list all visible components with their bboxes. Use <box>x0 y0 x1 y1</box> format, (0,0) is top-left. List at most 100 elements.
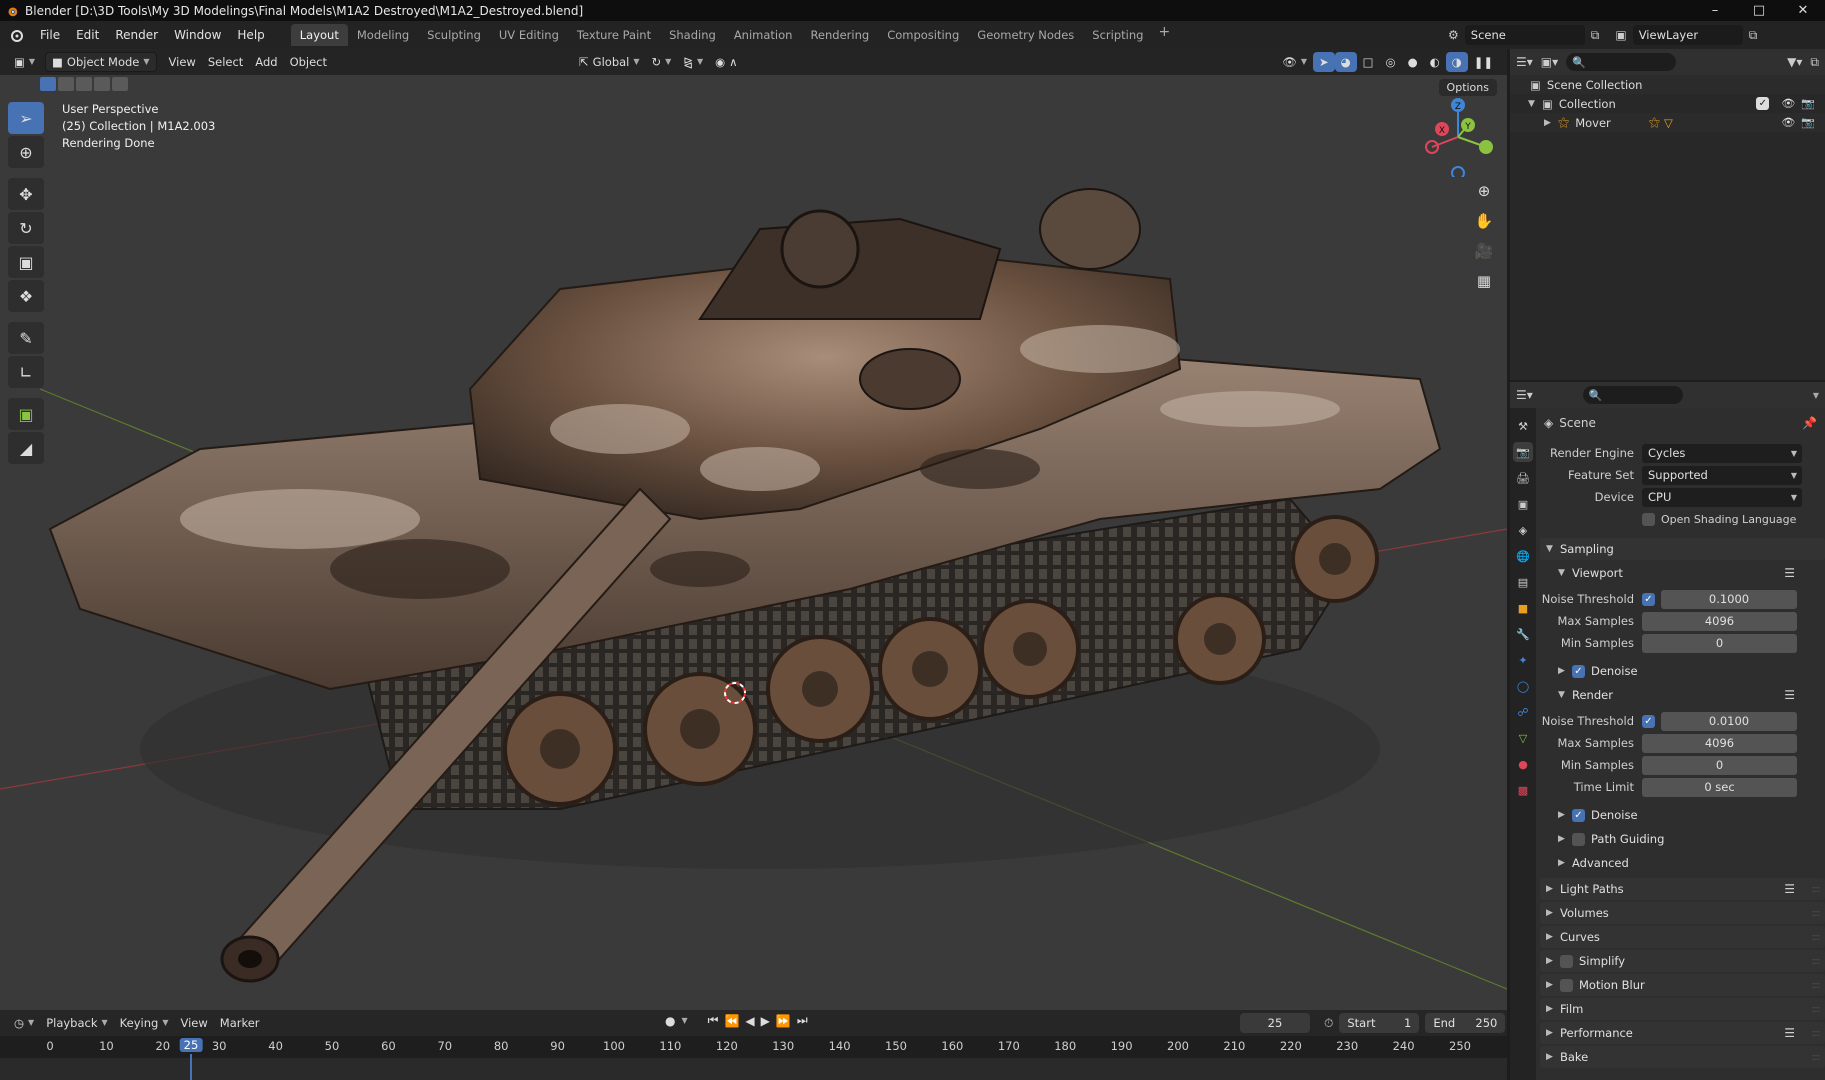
tab-scripting[interactable]: Scripting <box>1083 24 1152 46</box>
exclude-checkbox[interactable]: ✓ <box>1756 97 1770 110</box>
playhead-frame-label[interactable]: 25 <box>179 1038 203 1052</box>
outliner-row-scene-collection[interactable]: ▣ Scene Collection <box>1510 75 1825 94</box>
pause-render-button[interactable]: ❚❚ <box>1468 52 1499 72</box>
play-icon[interactable]: ▶ <box>761 1014 770 1028</box>
shading-rendered-button[interactable]: ◑ <box>1445 52 1468 72</box>
drag-handle-icon[interactable]: ::: <box>1812 884 1820 895</box>
display-mode-icon[interactable]: ▣▾ <box>1541 55 1558 69</box>
feature-set-select[interactable]: Supported ▼ <box>1642 465 1802 485</box>
menu-object[interactable]: Object <box>284 52 333 72</box>
drag-handle-icon[interactable]: ::: <box>1812 980 1820 991</box>
light-paths-panel-header[interactable]: ▶ Light Paths ☰ ::: <box>1540 878 1825 900</box>
overlay-toggle-button[interactable]: ◕ <box>1334 52 1357 72</box>
vp-min-samples-field[interactable]: 0 <box>1642 633 1797 653</box>
tab-modeling[interactable]: Modeling <box>348 24 418 46</box>
r-denoise-subpanel-header[interactable]: ▶ ✓ Denoise <box>1540 804 1825 826</box>
output-tab-icon[interactable]: 🖨 <box>1513 468 1533 488</box>
pivot-point-button[interactable]: ↻ ▼ <box>646 52 678 72</box>
data-tab-icon[interactable]: ▽ <box>1513 728 1533 748</box>
add-workspace-button[interactable]: + <box>1152 24 1176 46</box>
scene-tab-icon[interactable]: ◈ <box>1513 520 1533 540</box>
curves-panel-header[interactable]: ▶ Curves ::: <box>1540 926 1825 948</box>
menu-view[interactable]: View <box>163 52 202 72</box>
outliner-row-collection[interactable]: ▼ ▣ Collection ✓ 👁 📷 <box>1510 94 1825 113</box>
select-box-tool-icon[interactable]: ➢ <box>8 102 44 134</box>
close-button[interactable]: ✕ <box>1781 0 1825 21</box>
tab-sculpting[interactable]: Sculpting <box>418 24 490 46</box>
select-invert-icon[interactable] <box>94 77 110 91</box>
select-subtract-icon[interactable] <box>76 77 92 91</box>
select-set-icon[interactable] <box>40 77 56 91</box>
presets-list-icon[interactable]: ☰ <box>1784 566 1795 580</box>
menu-keying[interactable]: Keying ▼ <box>114 1013 175 1033</box>
shading-material-button[interactable]: ◐ <box>1424 52 1446 72</box>
tab-animation[interactable]: Animation <box>725 24 802 46</box>
expand-arrow-icon[interactable]: ▶ <box>1544 118 1558 128</box>
jump-start-icon[interactable]: ⏮ <box>708 1013 719 1028</box>
motion-blur-checkbox[interactable] <box>1560 978 1573 992</box>
scene-name-field[interactable]: Scene <box>1464 25 1585 45</box>
constraints-tab-icon[interactable]: ☍ <box>1513 702 1533 722</box>
view-layer-tab-icon[interactable]: ▣ <box>1513 494 1533 514</box>
perspective-toggle-icon[interactable]: ▦ <box>1470 269 1498 293</box>
menu-edit[interactable]: Edit <box>68 24 107 46</box>
film-panel-header[interactable]: ▶ Film ::: <box>1540 998 1825 1020</box>
render-engine-select[interactable]: Cycles ▼ <box>1642 443 1802 463</box>
r-time-limit-field[interactable]: 0 sec <box>1642 777 1797 797</box>
camera-icon[interactable]: 📷 <box>1801 116 1815 129</box>
new-view-layer-icon[interactable]: ⧉ <box>1749 28 1758 43</box>
sampling-panel-header[interactable]: ▼ Sampling <box>1540 538 1825 560</box>
drag-handle-icon[interactable]: ::: <box>1812 1004 1820 1015</box>
timeline-editor-type-button[interactable]: ◷ ▼ <box>8 1013 40 1033</box>
menu-render[interactable]: Render <box>107 24 166 46</box>
blender-menu-icon[interactable] <box>8 27 24 43</box>
performance-panel-header[interactable]: ▶ Performance ☰ ::: <box>1540 1022 1825 1044</box>
presets-list-icon[interactable]: ☰ <box>1784 688 1795 702</box>
camera-view-icon[interactable]: 🎥 <box>1470 239 1498 263</box>
zoom-icon[interactable]: ⊕ <box>1470 179 1498 203</box>
tab-geometry-nodes[interactable]: Geometry Nodes <box>968 24 1083 46</box>
shading-solid-button[interactable]: ● <box>1402 52 1424 72</box>
start-frame-field[interactable]: Start 1 <box>1339 1013 1420 1033</box>
snap-button[interactable]: ⧎ ▼ <box>677 52 709 72</box>
viewport-subpanel-header[interactable]: ▼ Viewport ☰ <box>1540 562 1825 584</box>
tool-tab-icon[interactable]: ⚒ <box>1513 416 1533 436</box>
navigation-gizmo[interactable]: Z Y X <box>1418 97 1498 177</box>
r-denoise-checkbox[interactable]: ✓ <box>1572 808 1585 822</box>
next-keyframe-icon[interactable]: ⏩ <box>776 1014 791 1028</box>
pan-hand-icon[interactable]: ✋ <box>1470 209 1498 233</box>
drag-handle-icon[interactable]: ::: <box>1812 1052 1820 1063</box>
image-icon[interactable]: ▣ <box>1615 28 1626 42</box>
menu-select[interactable]: Select <box>202 52 249 72</box>
osl-checkbox[interactable] <box>1642 512 1655 526</box>
select-extend-icon[interactable] <box>58 77 74 91</box>
collection-tab-icon[interactable]: ▤ <box>1513 572 1533 592</box>
visibility-button[interactable]: 👁 ▼ <box>1276 52 1313 72</box>
annotate-tool-icon[interactable]: ✎ <box>8 322 44 354</box>
drag-handle-icon[interactable]: ::: <box>1812 908 1820 919</box>
menu-timeline-view[interactable]: View <box>174 1013 213 1033</box>
properties-editor-type-icon[interactable]: ☰▾ <box>1516 388 1533 402</box>
scale-tool-icon[interactable]: ▣ <box>8 246 44 278</box>
texture-tab-icon[interactable]: ▩ <box>1513 780 1533 800</box>
render-subpanel-header[interactable]: ▼ Render ☰ <box>1540 684 1825 706</box>
menu-add[interactable]: Add <box>249 52 283 72</box>
scene-icon[interactable]: ⚙ <box>1448 28 1459 42</box>
path-guiding-subpanel-header[interactable]: ▶ Path Guiding <box>1540 828 1825 850</box>
maximize-button[interactable]: □ <box>1737 0 1781 21</box>
stopwatch-icon[interactable]: ⏱ <box>1324 1016 1333 1031</box>
eye-icon[interactable]: 👁 <box>1781 97 1795 110</box>
collapse-arrow-icon[interactable]: ▼ <box>1528 99 1542 109</box>
proportional-edit-button[interactable]: ◉ ∧ <box>709 52 743 72</box>
new-scene-icon[interactable]: ⧉ <box>1591 28 1600 43</box>
gizmo-toggle-button[interactable]: ➤ <box>1312 52 1335 72</box>
minimize-button[interactable]: – <box>1693 0 1737 21</box>
path-guiding-checkbox[interactable] <box>1572 832 1585 846</box>
tab-rendering[interactable]: Rendering <box>801 24 878 46</box>
current-frame-field[interactable]: 25 <box>1240 1013 1310 1033</box>
tab-layout[interactable]: Layout <box>290 24 348 46</box>
drag-handle-icon[interactable]: ::: <box>1812 956 1820 967</box>
render-tab-icon[interactable]: 📷 <box>1513 442 1533 462</box>
outliner-row-mover[interactable]: ▶ ⚝ Mover ⚝ ▽ 👁 📷 <box>1510 113 1825 132</box>
volumes-panel-header[interactable]: ▶ Volumes ::: <box>1540 902 1825 924</box>
